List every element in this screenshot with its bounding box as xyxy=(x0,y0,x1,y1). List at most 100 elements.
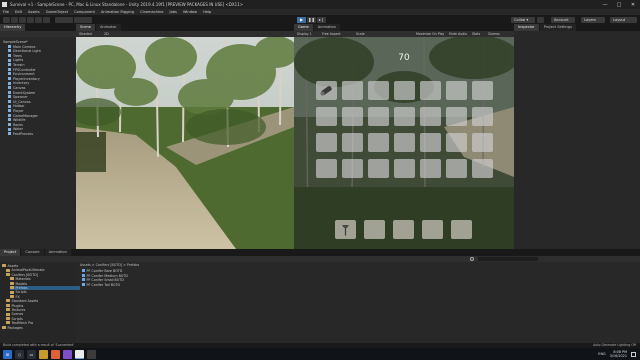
game-panel: Game Animation Display 1 Free Aspect Sca… xyxy=(294,24,514,249)
folder-icon xyxy=(6,317,10,321)
inventory-slot[interactable] xyxy=(368,133,389,152)
hierarchy-item-label: Environment xyxy=(13,72,35,77)
project-file-item[interactable]: PF Conifer Tall BOTD xyxy=(82,283,120,287)
inventory-slot[interactable] xyxy=(368,159,389,178)
menu-animation-rigging[interactable]: Animation Rigging xyxy=(101,10,134,14)
tab-hierarchy[interactable]: Hierarchy xyxy=(0,24,26,31)
tab-inspector[interactable]: Inspector xyxy=(514,24,539,31)
rotate-tool-icon[interactable] xyxy=(19,16,26,23)
hotbar-slot[interactable] xyxy=(335,220,356,239)
transform-tool-icon[interactable] xyxy=(43,16,50,23)
play-button[interactable]: ▶ xyxy=(297,16,306,23)
inventory-slot[interactable] xyxy=(446,107,467,126)
inventory-slot[interactable] xyxy=(368,81,389,100)
inventory-slot[interactable] xyxy=(394,159,415,178)
inventory-slot[interactable] xyxy=(472,159,493,178)
menu-component[interactable]: Component xyxy=(74,10,95,14)
tab-scene[interactable]: Scene xyxy=(76,24,95,31)
hotbar-slot[interactable] xyxy=(451,220,472,239)
inventory-slot[interactable] xyxy=(420,107,441,126)
folder-icon xyxy=(6,273,10,277)
move-tool-icon[interactable] xyxy=(11,16,18,23)
inventory-slot[interactable] xyxy=(420,159,441,178)
game-viewport[interactable]: 70 xyxy=(294,37,514,249)
scale-tool-icon[interactable] xyxy=(27,16,34,23)
hand-tool-icon[interactable] xyxy=(3,16,10,23)
search-icon[interactable]: ○ xyxy=(15,349,24,359)
hierarchy-item[interactable]: PostProcess xyxy=(8,132,33,137)
clock-date[interactable]: 3/16/2021 xyxy=(610,354,627,358)
inventory-slot[interactable] xyxy=(446,81,467,100)
inventory-slot[interactable] xyxy=(368,107,389,126)
layout-dropdown[interactable]: Layout xyxy=(610,16,637,23)
tab-animation[interactable]: Animation xyxy=(313,24,341,31)
minimize-button[interactable]: — xyxy=(598,2,612,8)
close-button[interactable]: ✕ xyxy=(626,2,640,8)
global-toggle[interactable] xyxy=(74,16,92,23)
project-search-bar[interactable] xyxy=(0,256,640,262)
gameobject-icon xyxy=(8,49,11,53)
inventory-slot[interactable] xyxy=(394,133,415,152)
menu-help[interactable]: Help xyxy=(203,10,211,14)
inventory-slot[interactable] xyxy=(420,81,441,100)
language-indicator[interactable]: ENG xyxy=(598,352,605,356)
scene-viewport[interactable] xyxy=(76,37,294,249)
tab-console[interactable]: Console xyxy=(21,249,44,256)
menu-edit[interactable]: Edit xyxy=(15,10,22,14)
step-button[interactable]: ▸❘ xyxy=(317,16,326,23)
tab-project[interactable]: Project xyxy=(0,249,21,256)
project-tree-label: Models xyxy=(15,281,28,286)
project-panel: Project Console Animation Assets AnimalPa… xyxy=(0,249,640,343)
unity-taskbar-icon[interactable] xyxy=(75,349,84,359)
inventory-slot[interactable] xyxy=(472,133,493,152)
inventory-slot[interactable] xyxy=(342,159,363,178)
tab-game[interactable]: Game xyxy=(294,24,313,31)
menu-window[interactable]: Window xyxy=(183,10,197,14)
hierarchy-search-bar[interactable] xyxy=(0,31,76,37)
hotbar-slot[interactable] xyxy=(422,220,443,239)
inventory-slot[interactable] xyxy=(342,81,363,100)
account-dropdown[interactable]: Account xyxy=(551,16,575,23)
menu-cinemachine[interactable]: Cinemachine xyxy=(140,10,163,14)
start-menu-icon[interactable]: ⊞ xyxy=(3,349,12,359)
inventory-slot[interactable] xyxy=(316,107,337,126)
hotbar-slot[interactable] xyxy=(393,220,414,239)
inventory-slot[interactable] xyxy=(316,133,337,152)
collab-dropdown[interactable]: Collab ▾ xyxy=(511,16,535,23)
cloud-icon[interactable] xyxy=(537,16,544,23)
axe-icon xyxy=(338,223,353,236)
visual-studio-icon[interactable] xyxy=(63,349,72,359)
inventory-slot[interactable] xyxy=(394,81,415,100)
tab-project-settings[interactable]: Project Settings xyxy=(539,24,576,31)
inventory-slot[interactable] xyxy=(394,107,415,126)
inventory-slot[interactable] xyxy=(472,81,493,100)
pause-button[interactable]: ❚❚ xyxy=(307,16,316,23)
maximize-button[interactable]: □ xyxy=(612,2,626,8)
notification-icon[interactable] xyxy=(631,351,636,357)
hotbar-slot[interactable] xyxy=(364,220,385,239)
inventory-slot[interactable] xyxy=(316,159,337,178)
terminal-icon[interactable] xyxy=(87,349,96,359)
inventory-slot[interactable] xyxy=(446,133,467,152)
rect-tool-icon[interactable] xyxy=(35,16,42,23)
inventory-slot[interactable] xyxy=(342,107,363,126)
inventory-slot[interactable] xyxy=(420,133,441,152)
inventory-slot[interactable] xyxy=(316,81,337,100)
file-explorer-icon[interactable] xyxy=(39,349,48,359)
layers-dropdown[interactable]: Layers xyxy=(581,16,605,23)
project-search-input[interactable] xyxy=(478,257,538,261)
menu-assets[interactable]: Assets xyxy=(28,10,40,14)
inventory-slot[interactable] xyxy=(446,159,467,178)
browser-icon[interactable] xyxy=(51,349,60,359)
tab-animation-bottom[interactable]: Animation xyxy=(44,249,71,256)
menu-jobs[interactable]: Jobs xyxy=(170,10,177,14)
tab-animator[interactable]: Animator xyxy=(95,24,121,31)
task-view-icon[interactable]: ▭ xyxy=(27,349,36,359)
hierarchy-item-label: PlayerInventory xyxy=(13,76,40,81)
menu-file[interactable]: File xyxy=(3,10,9,14)
pivot-toggle[interactable] xyxy=(55,16,73,23)
menu-gameobject[interactable]: GameObject xyxy=(46,10,68,14)
inventory-slot[interactable] xyxy=(342,133,363,152)
project-tree-item[interactable]: Packages xyxy=(2,326,23,330)
inventory-slot[interactable] xyxy=(472,107,493,126)
